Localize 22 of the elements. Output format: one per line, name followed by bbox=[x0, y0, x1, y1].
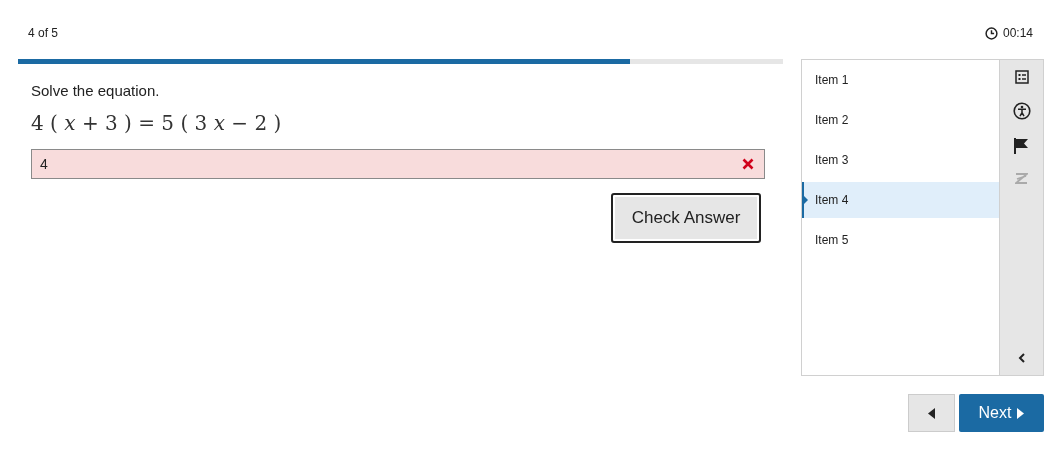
next-button[interactable]: Next bbox=[959, 394, 1044, 432]
check-answer-button[interactable]: Check Answer bbox=[611, 193, 761, 243]
timer-text: 00:14 bbox=[1002, 26, 1033, 40]
item-link[interactable]: Item 2 bbox=[802, 102, 999, 138]
chevron-left-icon[interactable] bbox=[1017, 353, 1026, 363]
triangle-left-icon bbox=[928, 407, 935, 419]
question-prompt: Solve the equation. bbox=[31, 82, 161, 99]
accessibility-icon[interactable] bbox=[1012, 102, 1031, 120]
item-link[interactable]: Item 1 bbox=[802, 62, 999, 98]
previous-button[interactable] bbox=[908, 394, 955, 432]
item-link[interactable]: Item 5 bbox=[802, 222, 999, 258]
item-link[interactable]: Item 3 bbox=[802, 142, 999, 178]
pointer-icon bbox=[804, 196, 808, 204]
clock-icon bbox=[984, 26, 998, 40]
question-counter: 4 of 5 bbox=[28, 26, 59, 40]
item-link[interactable]: Item 4 bbox=[802, 182, 999, 218]
wrong-icon bbox=[742, 158, 754, 170]
flag-icon[interactable] bbox=[1014, 138, 1029, 154]
list-icon[interactable] bbox=[1014, 70, 1029, 84]
equation: 4 ( x + 3 ) = 5 ( 3 x − 2 ) bbox=[31, 111, 283, 135]
answer-field[interactable]: 4 bbox=[31, 149, 765, 179]
triangle-right-icon bbox=[1017, 407, 1025, 419]
